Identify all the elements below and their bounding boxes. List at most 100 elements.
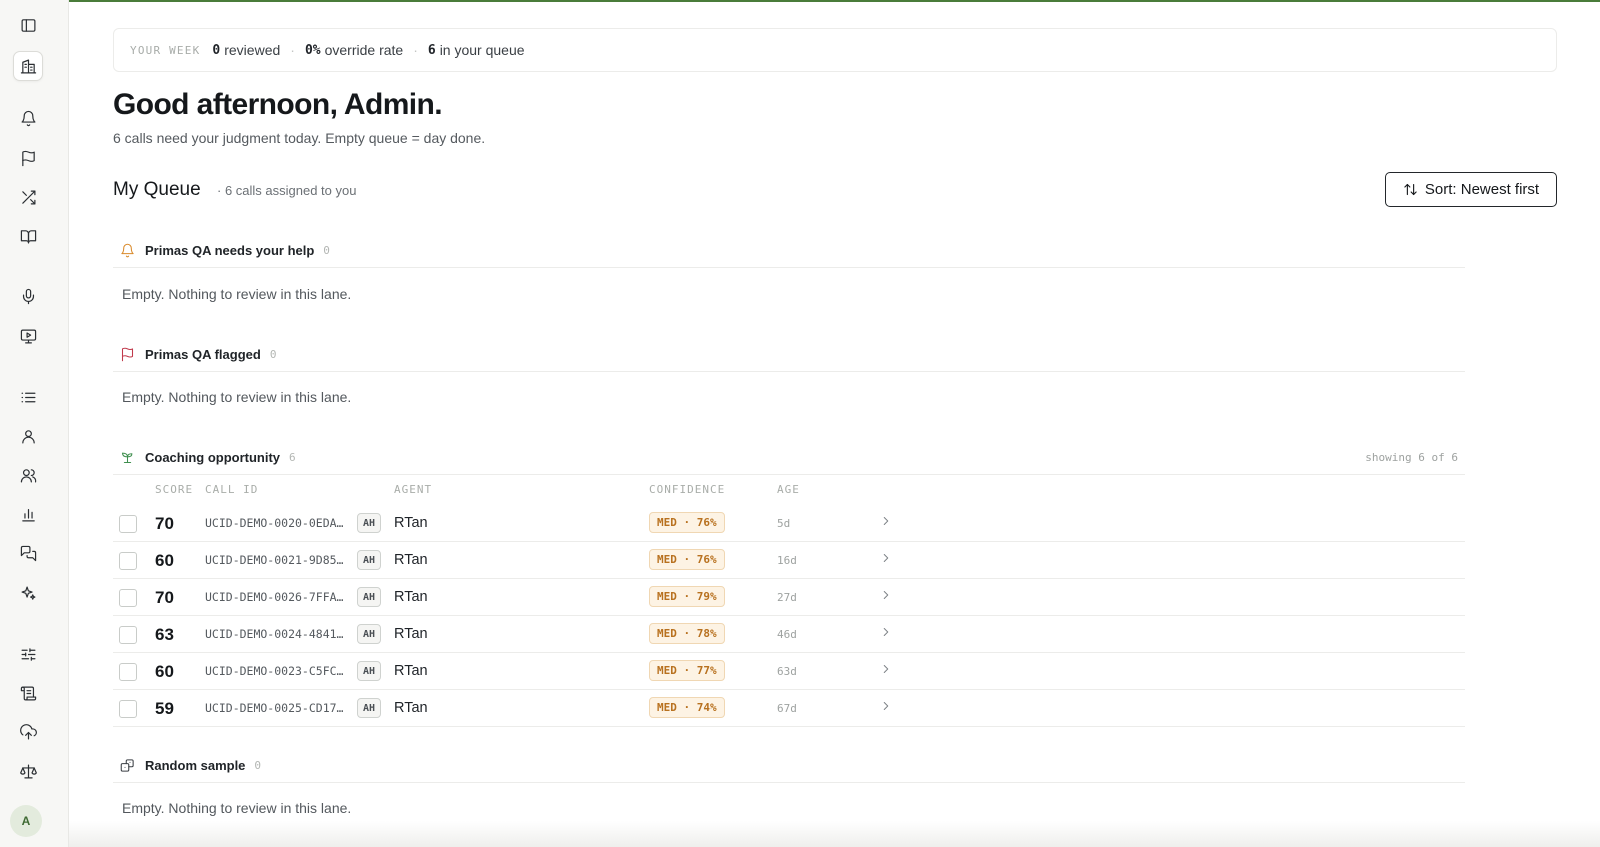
lane-count: 0 [323, 244, 330, 257]
table-row[interactable]: 63 UCID-DEMO-0024-4841… AH RTan MED · 78… [113, 616, 1465, 653]
row-call-id: UCID-DEMO-0021-9D85… [205, 553, 344, 567]
book-icon[interactable] [13, 221, 43, 251]
dice-icon [120, 759, 134, 772]
queue-title: My Queue [113, 179, 201, 200]
row-score: 70 [155, 588, 174, 607]
sparkles-icon[interactable] [13, 578, 43, 608]
row-agent: RTan [394, 515, 428, 531]
table-row[interactable]: 60 UCID-DEMO-0021-9D85… AH RTan MED · 76… [113, 542, 1465, 579]
sort-button[interactable]: Sort: Newest first [1385, 172, 1557, 207]
chevron-right-icon[interactable] [879, 514, 895, 530]
agent-initials-badge: AH [357, 513, 381, 533]
chevron-right-icon[interactable] [879, 588, 895, 604]
queue-text: in your queue [439, 42, 525, 58]
row-checkbox[interactable] [119, 626, 137, 644]
sidebar-toggle-icon[interactable] [13, 10, 43, 40]
row-call-id: UCID-DEMO-0024-4841… [205, 627, 344, 641]
row-call-id: UCID-DEMO-0023-C5FC… [205, 664, 344, 678]
queue-value: 6 [427, 42, 436, 58]
bar-chart-icon[interactable] [13, 499, 43, 529]
scroll-icon[interactable] [13, 678, 43, 708]
row-age: 16d [777, 554, 797, 567]
chevron-right-icon[interactable] [879, 699, 895, 715]
reviewed-value: 0 [212, 42, 221, 58]
row-age: 5d [777, 517, 791, 530]
col-agent[interactable]: AGENT [394, 483, 432, 496]
sort-label: Sort: Newest first [1424, 181, 1540, 198]
lane-empty-text: Empty. Nothing to review in this lane. [122, 800, 352, 816]
scale-icon[interactable] [13, 756, 43, 786]
row-score: 60 [155, 662, 174, 681]
upload-cloud-icon[interactable] [13, 717, 43, 747]
list-icon[interactable] [13, 382, 43, 412]
override-value: 0% [304, 42, 321, 58]
agent-initials-badge: AH [357, 661, 381, 681]
avatar[interactable]: A [10, 805, 42, 837]
row-age: 67d [777, 702, 797, 715]
lane-empty-text: Empty. Nothing to review in this lane. [122, 389, 352, 405]
table-row[interactable]: 59 UCID-DEMO-0025-CD17… AH RTan MED · 74… [113, 690, 1465, 727]
row-checkbox[interactable] [119, 515, 137, 533]
row-age: 63d [777, 665, 797, 678]
lane-showing-text: showing 6 of 6 [1365, 451, 1458, 464]
table-row[interactable]: 60 UCID-DEMO-0023-C5FC… AH RTan MED · 77… [113, 653, 1465, 690]
bell-icon [121, 243, 134, 258]
lane-title: Coaching opportunity [145, 450, 281, 465]
chevron-right-icon[interactable] [879, 625, 895, 641]
chevron-right-icon[interactable] [879, 662, 895, 678]
flag-icon [121, 347, 134, 362]
lane-header-coaching[interactable]: Coaching opportunity 6 showing 6 of 6 [113, 441, 1465, 475]
lane-title: Primas QA needs your help [145, 243, 315, 258]
shuffle-icon[interactable] [13, 182, 43, 212]
lane-header-needs-help[interactable]: Primas QA needs your help 0 [113, 234, 1465, 268]
col-score[interactable]: SCORE [155, 483, 193, 496]
override-text: override rate [324, 42, 404, 58]
lane-count: 0 [254, 759, 262, 772]
col-age[interactable]: AGE [777, 483, 800, 496]
bell-icon[interactable] [13, 103, 43, 133]
row-checkbox[interactable] [119, 552, 137, 570]
confidence-badge: MED · 77% [649, 660, 725, 681]
week-summary: YOUR WEEK 0 reviewed · 0% override rate … [113, 28, 1557, 72]
row-score: 60 [155, 551, 174, 570]
sliders-icon[interactable] [13, 639, 43, 669]
chat-icon[interactable] [13, 538, 43, 568]
sort-icon [1404, 183, 1417, 196]
row-call-id: UCID-DEMO-0025-CD17… [205, 701, 344, 715]
row-score: 63 [155, 625, 174, 644]
col-confidence[interactable]: CONFIDENCE [649, 483, 725, 496]
confidence-badge: MED · 79% [649, 586, 725, 607]
queue-count: · 6 calls assigned to you [217, 183, 357, 198]
row-checkbox[interactable] [119, 589, 137, 607]
user-icon[interactable] [13, 421, 43, 451]
row-checkbox[interactable] [119, 700, 137, 718]
lane-header-flagged[interactable]: Primas QA flagged 0 [113, 338, 1465, 372]
row-checkbox[interactable] [119, 663, 137, 681]
users-icon[interactable] [13, 460, 43, 490]
main-content: YOUR WEEK 0 reviewed · 0% override rate … [69, 0, 1600, 847]
sidebar: A [0, 0, 69, 847]
monitor-play-icon[interactable] [13, 321, 43, 351]
chevron-right-icon[interactable] [879, 551, 895, 567]
flag-icon[interactable] [13, 143, 43, 173]
lane-count: 0 [269, 348, 277, 361]
confidence-badge: MED · 78% [649, 623, 725, 644]
separator-dot: · [413, 42, 418, 58]
table-row[interactable]: 70 UCID-DEMO-0026-7FFA… AH RTan MED · 79… [113, 579, 1465, 616]
confidence-badge: MED · 76% [649, 549, 725, 570]
agent-initials-badge: AH [357, 587, 381, 607]
separator-dot: · [290, 42, 295, 58]
row-age: 46d [777, 628, 797, 641]
table-row[interactable]: 70 UCID-DEMO-0020-0EDA… AH RTan MED · 76… [113, 505, 1465, 542]
lane-empty-text: Empty. Nothing to review in this lane. [122, 286, 352, 302]
page-title: Good afternoon, Admin. [113, 88, 443, 121]
confidence-badge: MED · 76% [649, 512, 725, 533]
row-agent: RTan [394, 552, 428, 568]
lane-count: 6 [289, 451, 296, 464]
col-call-id[interactable]: CALL ID [205, 483, 258, 496]
lane-header-random-sample[interactable]: Random sample 0 [113, 749, 1465, 783]
lane-title: Primas QA flagged [145, 347, 261, 362]
mic-icon[interactable] [13, 281, 43, 311]
building-icon[interactable] [13, 51, 43, 81]
row-agent: RTan [394, 700, 428, 716]
